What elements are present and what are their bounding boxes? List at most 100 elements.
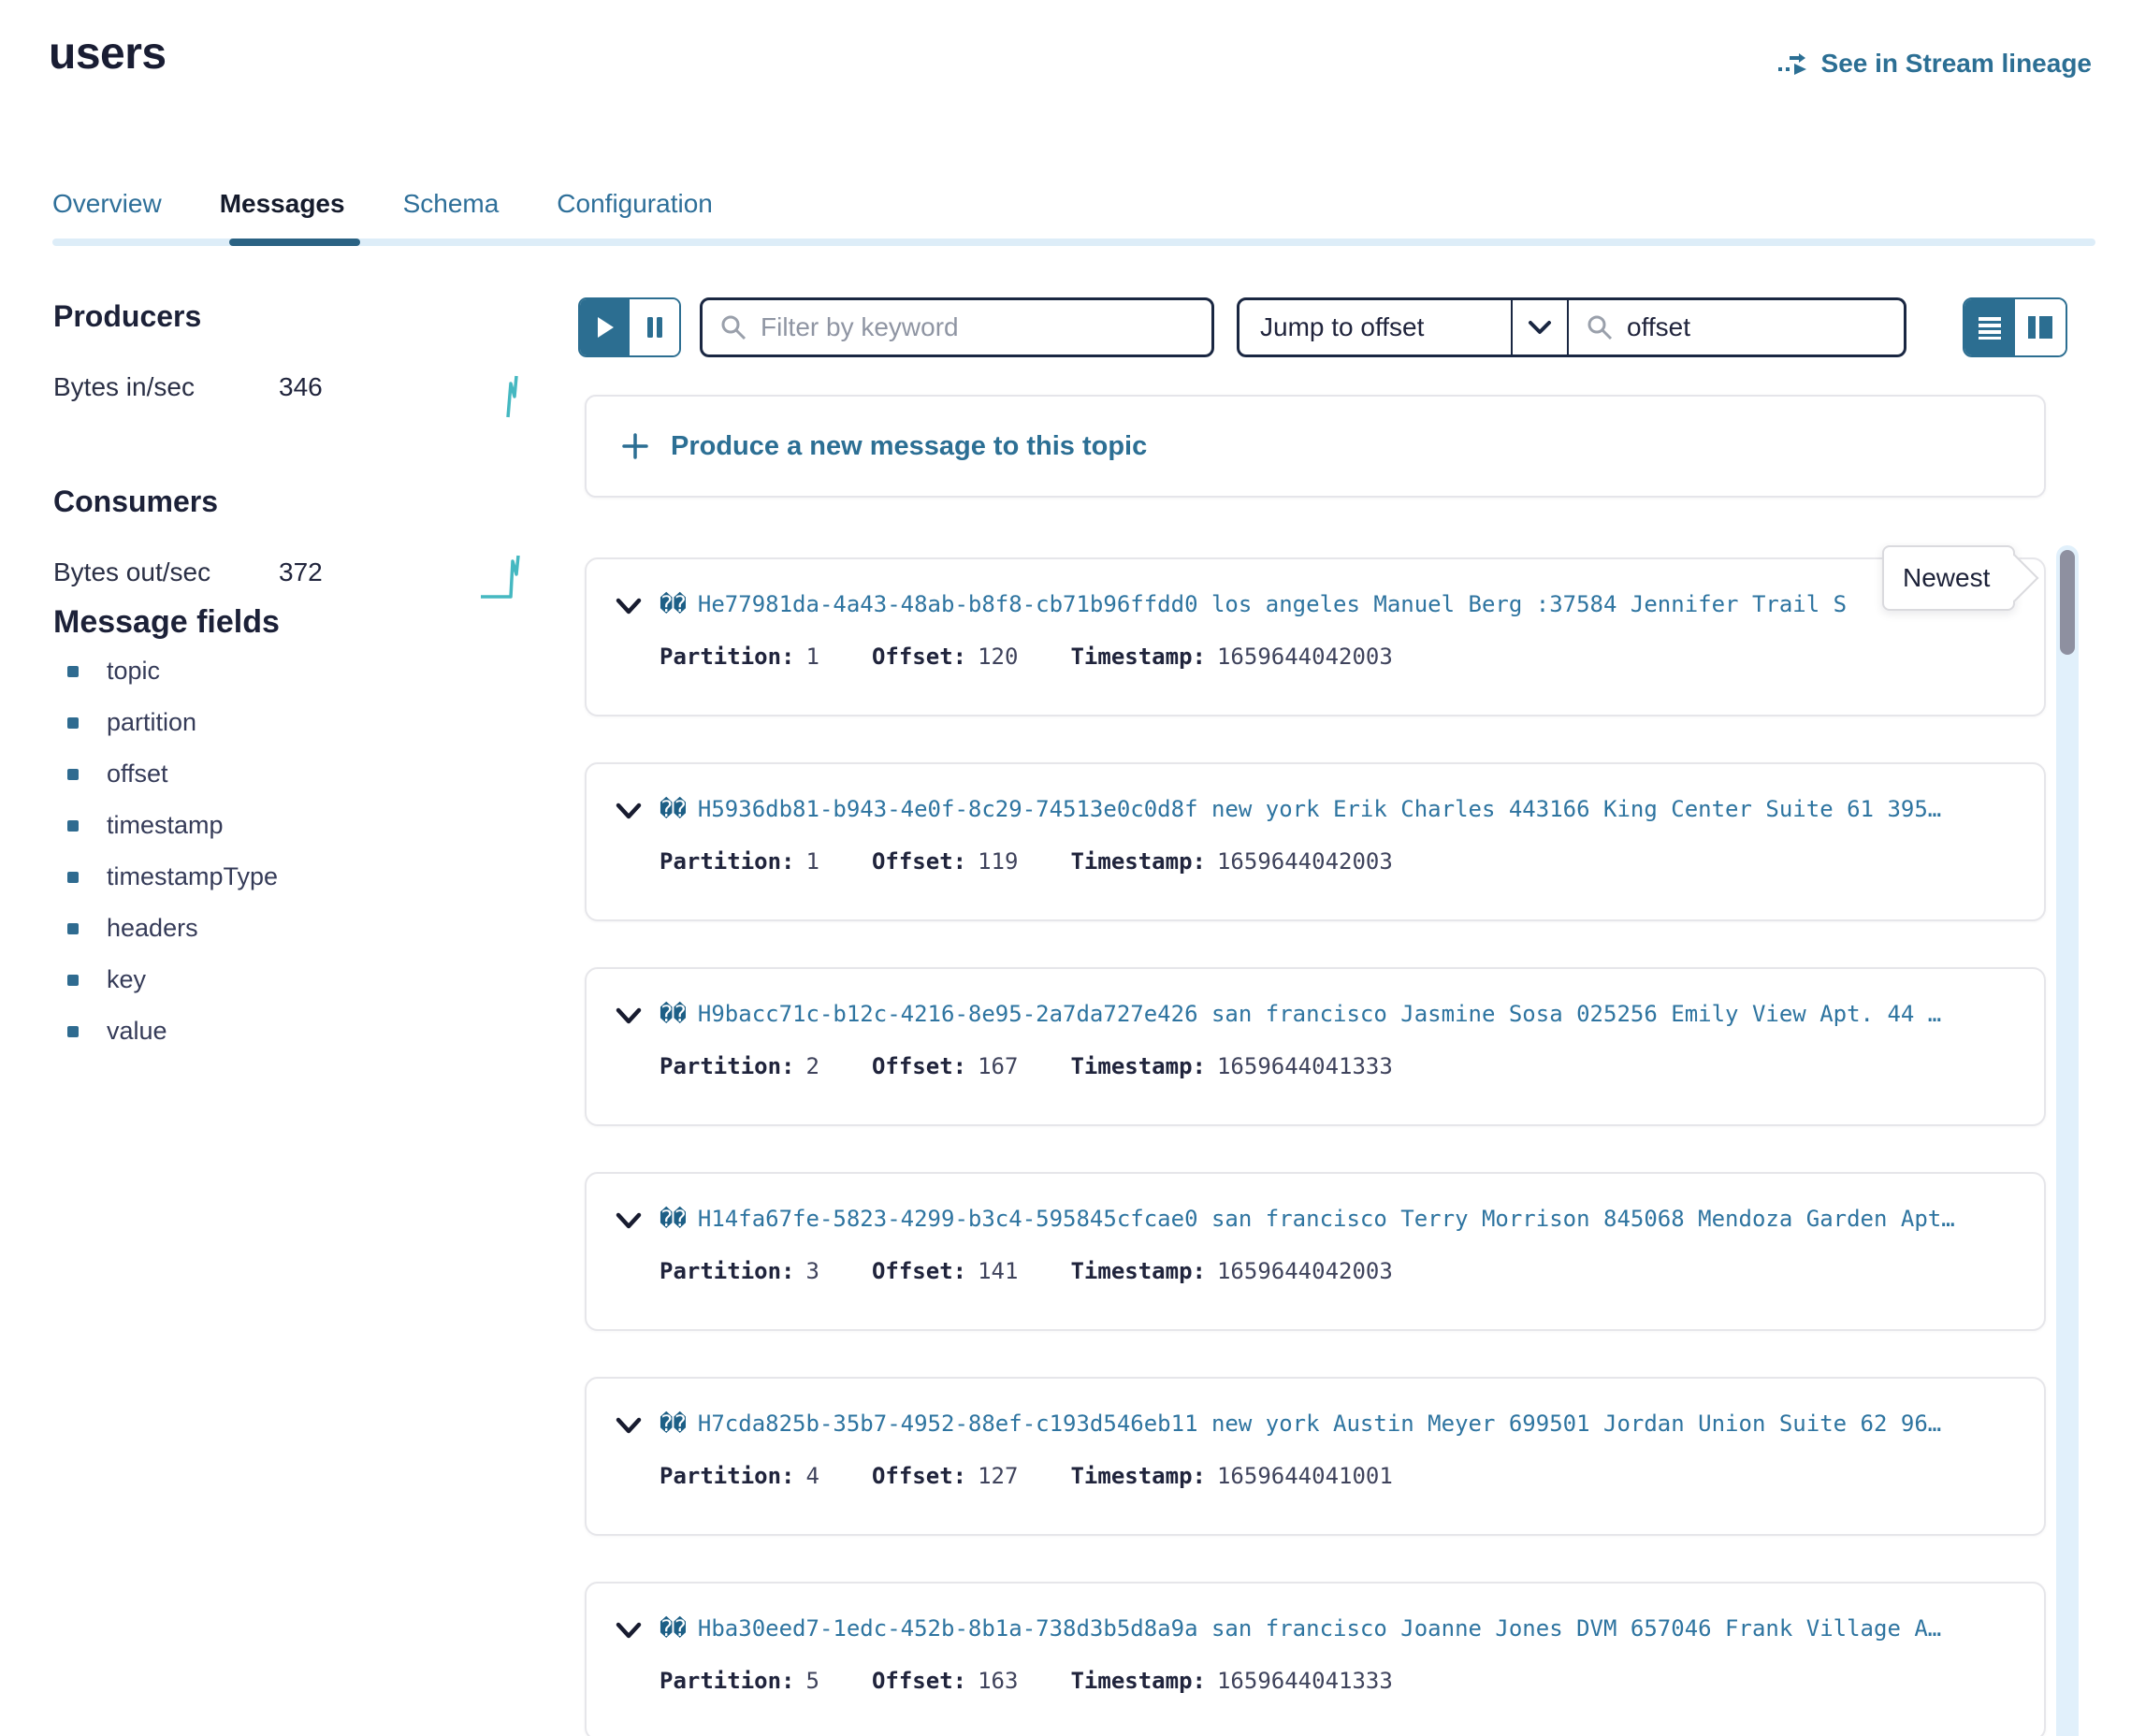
tab-configuration[interactable]: Configuration (557, 189, 713, 232)
plus-icon (620, 431, 650, 461)
message-meta: Partition:1 Offset:120 Timestamp:1659644… (660, 644, 1393, 670)
message-key-line: �� H14fa67fe-5823-4299-b3c4-595845cfcae0… (660, 1206, 2022, 1232)
stream-lineage-label: See in Stream lineage (1821, 49, 2092, 79)
field-item-topic[interactable]: topic (67, 657, 278, 686)
bytes-in-value: 346 (279, 372, 323, 402)
field-item-timestamp[interactable]: timestamp (67, 811, 278, 840)
message-key[interactable]: H9bacc71c-b12c-4216-8e95-2a7da727e426 sa… (698, 1001, 1941, 1027)
message-row[interactable]: �� Hba30eed7-1edc-452b-8b1a-738d3b5d8a9a… (585, 1582, 2046, 1736)
field-item-key[interactable]: key (67, 965, 278, 994)
partition-value: 2 (795, 1053, 819, 1079)
key-binary-prefix: �� (660, 591, 687, 617)
message-key[interactable]: H14fa67fe-5823-4299-b3c4-595845cfcae0 sa… (698, 1206, 1955, 1232)
timestamp-value: 1659644041001 (1206, 1463, 1393, 1489)
expand-chevron-icon[interactable] (615, 1621, 643, 1644)
key-binary-prefix: �� (660, 1410, 687, 1437)
field-item-timestampType[interactable]: timestampType (67, 862, 278, 891)
expand-chevron-icon[interactable] (615, 1006, 643, 1030)
message-fields-list: topic partition offset timestamp timesta… (67, 657, 278, 1046)
message-row[interactable]: �� H5936db81-b943-4e0f-8c29-74513e0c0d8f… (585, 762, 2046, 921)
message-row[interactable]: �� H14fa67fe-5823-4299-b3c4-595845cfcae0… (585, 1172, 2046, 1331)
search-icon (1586, 313, 1614, 341)
message-row[interactable]: �� H7cda825b-35b7-4952-88ef-c193d546eb11… (585, 1377, 2046, 1536)
consumers-heading: Consumers (53, 485, 218, 519)
card-view-icon (2026, 314, 2054, 340)
offset-value: 119 (966, 848, 1018, 875)
message-key[interactable]: H5936db81-b943-4e0f-8c29-74513e0c0d8f ne… (698, 796, 1941, 822)
newest-tooltip-label: Newest (1903, 563, 1990, 593)
partition-value: 1 (795, 644, 819, 670)
expand-chevron-icon[interactable] (615, 1416, 643, 1439)
pause-icon (645, 315, 664, 340)
producers-heading: Producers (53, 299, 201, 334)
bullet-icon (67, 1026, 79, 1037)
message-row[interactable]: �� H9bacc71c-b12c-4216-8e95-2a7da727e426… (585, 967, 2046, 1126)
list-view-icon (1977, 314, 2003, 340)
tab-messages[interactable]: Messages (220, 189, 345, 232)
message-meta: Partition:2 Offset:167 Timestamp:1659644… (660, 1053, 1393, 1079)
message-key-line: �� H5936db81-b943-4e0f-8c29-74513e0c0d8f… (660, 796, 2022, 822)
timestamp-value: 1659644042003 (1206, 1258, 1393, 1284)
key-binary-prefix: �� (660, 1615, 687, 1642)
field-item-offset[interactable]: offset (67, 760, 278, 788)
key-binary-prefix: �� (660, 1001, 687, 1027)
message-key[interactable]: He77981da-4a43-48ab-b8f8-cb71b96ffdd0 lo… (698, 591, 1847, 617)
bullet-icon (67, 769, 79, 780)
bullet-icon (67, 717, 79, 729)
play-button[interactable] (580, 299, 630, 355)
offset-value: 141 (966, 1258, 1018, 1284)
bullet-icon (67, 923, 79, 934)
produce-message-label: Produce a new message to this topic (671, 431, 1147, 462)
field-item-headers[interactable]: headers (67, 914, 278, 943)
select-chevron-button[interactable] (1511, 300, 1569, 354)
message-key[interactable]: H7cda825b-35b7-4952-88ef-c193d546eb11 ne… (698, 1410, 1941, 1437)
scrollbar-thumb[interactable] (2060, 550, 2075, 655)
key-binary-prefix: �� (660, 796, 687, 822)
partition-value: 1 (795, 848, 819, 875)
expand-chevron-icon[interactable] (615, 597, 643, 620)
message-key-line: �� Hba30eed7-1edc-452b-8b1a-738d3b5d8a9a… (660, 1615, 2022, 1642)
message-key[interactable]: Hba30eed7-1edc-452b-8b1a-738d3b5d8a9a sa… (698, 1615, 1941, 1642)
play-icon (595, 315, 616, 340)
tab-bar: Overview Messages Schema Configuration (52, 189, 713, 232)
bytes-out-label: Bytes out/sec (53, 557, 210, 587)
message-key-line: �� He77981da-4a43-48ab-b8f8-cb71b96ffdd0… (660, 591, 2022, 617)
scrollbar-track[interactable] (2056, 545, 2079, 1736)
card-view-button[interactable] (2015, 299, 2066, 355)
jump-to-offset-select[interactable]: Jump to offset (1239, 300, 1511, 354)
message-key-line: �� H9bacc71c-b12c-4216-8e95-2a7da727e426… (660, 1001, 2022, 1027)
timestamp-value: 1659644042003 (1206, 848, 1393, 875)
search-icon (719, 313, 747, 341)
tab-overview[interactable]: Overview (52, 189, 162, 232)
message-key-line: �� H7cda825b-35b7-4952-88ef-c193d546eb11… (660, 1410, 2022, 1437)
offset-search-field (1569, 300, 1904, 354)
field-item-value[interactable]: value (67, 1017, 278, 1046)
offset-value: 167 (966, 1053, 1018, 1079)
timestamp-value: 1659644041333 (1206, 1668, 1393, 1694)
offset-value: 163 (966, 1668, 1018, 1694)
stream-lineage-link[interactable]: See in Stream lineage (1776, 49, 2092, 79)
filter-field (700, 297, 1214, 357)
timestamp-value: 1659644041333 (1206, 1053, 1393, 1079)
tab-schema[interactable]: Schema (403, 189, 500, 232)
message-row[interactable]: �� He77981da-4a43-48ab-b8f8-cb71b96ffdd0… (585, 557, 2046, 716)
produce-message-button[interactable]: Produce a new message to this topic (585, 395, 2046, 498)
pause-button[interactable] (630, 299, 679, 355)
stream-lineage-icon (1776, 51, 1810, 77)
timestamp-value: 1659644042003 (1206, 644, 1393, 670)
filter-input[interactable] (761, 312, 1195, 342)
expand-chevron-icon[interactable] (615, 1211, 643, 1235)
offset-search-input[interactable] (1627, 312, 1887, 342)
list-view-button[interactable] (1964, 299, 2015, 355)
offset-value: 120 (966, 644, 1018, 670)
key-binary-prefix: �� (660, 1206, 687, 1232)
page-title: users (49, 28, 167, 80)
bytes-in-sparkline (500, 372, 527, 426)
tab-underline-active (229, 239, 360, 246)
bytes-out-sparkline (479, 550, 529, 605)
bytes-out-value: 372 (279, 557, 323, 587)
play-pause-group (578, 297, 681, 357)
expand-chevron-icon[interactable] (615, 802, 643, 825)
offset-value: 127 (966, 1463, 1018, 1489)
field-item-partition[interactable]: partition (67, 708, 278, 737)
